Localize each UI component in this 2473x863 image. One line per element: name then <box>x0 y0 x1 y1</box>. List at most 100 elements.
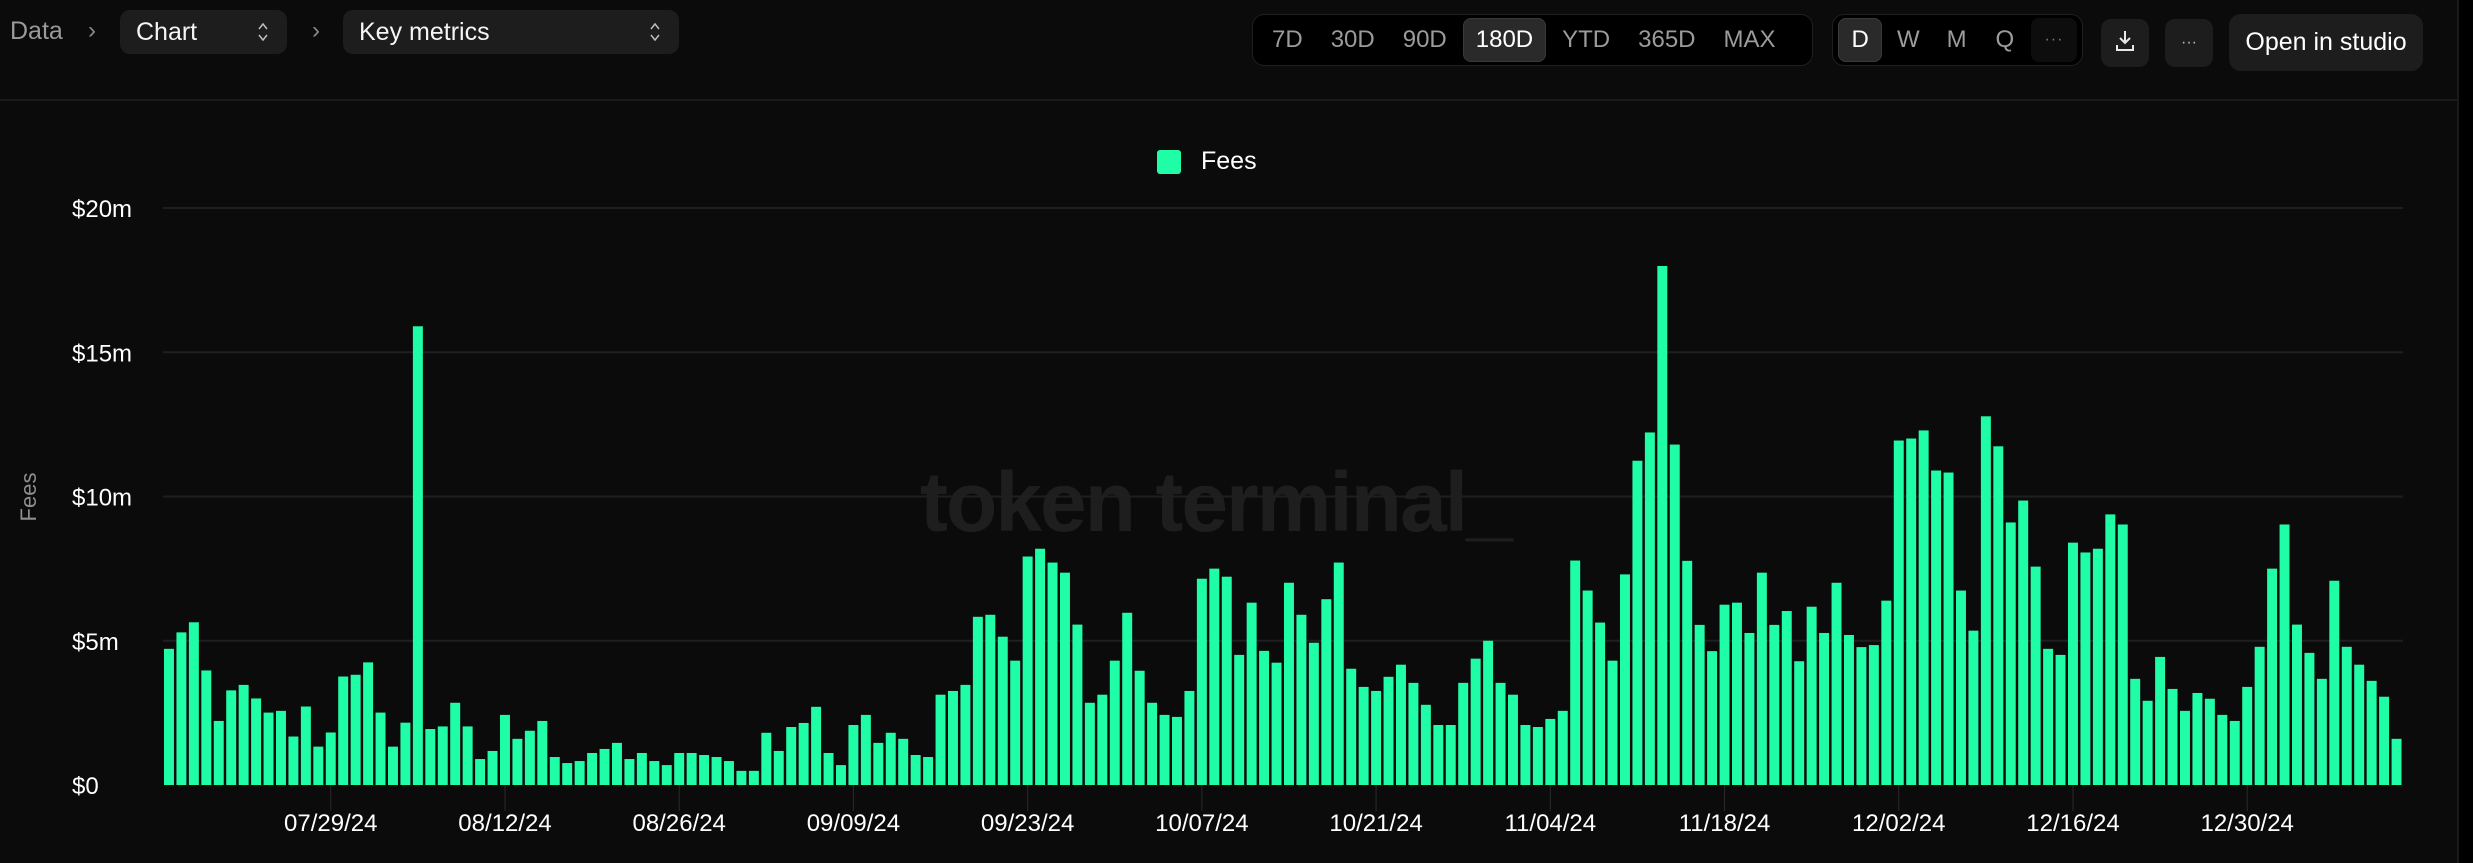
bar-fees[interactable] <box>972 616 983 785</box>
bar-fees[interactable] <box>537 720 548 785</box>
bar-fees[interactable] <box>612 742 622 785</box>
bar-fees[interactable] <box>898 738 909 785</box>
bar-fees[interactable] <box>263 712 274 785</box>
bar-fees[interactable] <box>1035 548 1046 785</box>
bar-fees[interactable] <box>338 676 349 785</box>
bar-fees[interactable] <box>1445 724 1456 785</box>
bar-fees[interactable] <box>1545 718 1556 785</box>
bar-fees[interactable] <box>1122 612 1133 785</box>
bar-fees[interactable] <box>2155 656 2166 785</box>
bar-fees[interactable] <box>624 759 635 785</box>
bar-fees[interactable] <box>2105 514 2116 785</box>
bar-fees[interactable] <box>400 722 411 785</box>
bar-fees[interactable] <box>524 730 535 785</box>
bar-fees[interactable] <box>350 674 361 785</box>
bar-fees[interactable] <box>2180 710 2190 785</box>
bar-fees[interactable] <box>1719 604 1730 785</box>
bar-fees[interactable] <box>1744 632 1755 785</box>
bar-fees[interactable] <box>1246 602 1257 785</box>
bar-fees[interactable] <box>1707 651 1718 785</box>
bar-fees[interactable] <box>811 706 822 785</box>
bar-fees[interactable] <box>437 726 448 785</box>
bar-fees[interactable] <box>562 763 573 785</box>
bar-fees[interactable] <box>736 770 747 785</box>
bar-fees[interactable] <box>549 757 560 785</box>
bar-fees[interactable] <box>1956 590 1966 785</box>
bar-fees[interactable] <box>848 724 859 785</box>
bar-fees[interactable] <box>1433 724 1444 785</box>
bar-fees[interactable] <box>1620 574 1630 785</box>
bar-fees[interactable] <box>1632 460 1643 785</box>
bar-fees[interactable] <box>1271 662 1282 785</box>
bar-fees[interactable] <box>2341 646 2352 785</box>
bar-fees[interactable] <box>674 752 685 785</box>
bar-fees[interactable] <box>512 738 523 785</box>
bar-fees[interactable] <box>1196 578 1207 785</box>
bar-fees[interactable] <box>1172 716 1182 785</box>
bar-fees[interactable] <box>1595 622 1606 785</box>
bar-fees[interactable] <box>1769 624 1780 785</box>
bar-fees[interactable] <box>1968 630 1979 785</box>
bar-fees[interactable] <box>300 706 311 785</box>
bar-fees[interactable] <box>1321 599 1332 785</box>
bar-fees[interactable] <box>1557 710 1568 785</box>
bar-fees[interactable] <box>1893 440 1904 785</box>
bar-fees[interactable] <box>823 752 834 785</box>
bar-fees[interactable] <box>1682 560 1693 785</box>
bar-fees[interactable] <box>649 761 660 785</box>
bar-fees[interactable] <box>885 732 896 785</box>
bar-fees[interactable] <box>1483 640 1494 785</box>
bar-fees[interactable] <box>1844 634 1854 785</box>
bar-fees[interactable] <box>388 746 398 785</box>
bar-fees[interactable] <box>948 690 958 785</box>
bar-fees[interactable] <box>2204 698 2215 785</box>
bar-fees[interactable] <box>325 732 336 785</box>
bar-fees[interactable] <box>2167 688 2178 785</box>
bar-fees[interactable] <box>487 750 498 785</box>
bar-fees[interactable] <box>1993 446 2004 785</box>
bar-fees[interactable] <box>1607 660 1618 785</box>
bar-fees[interactable] <box>661 765 672 785</box>
bar-fees[interactable] <box>450 702 461 785</box>
bar-fees[interactable] <box>1420 704 1431 785</box>
bar-fees[interactable] <box>997 636 1008 785</box>
bar-fees[interactable] <box>213 720 224 785</box>
bar-fees[interactable] <box>1781 611 1792 785</box>
bar-fees[interactable] <box>1657 265 1668 785</box>
bar-fees[interactable] <box>2130 678 2141 785</box>
bar-fees[interactable] <box>1458 682 1469 785</box>
bar-fees[interactable] <box>1408 682 1419 785</box>
bar-fees[interactable] <box>2030 566 2041 785</box>
bar-fees[interactable] <box>873 742 884 785</box>
bar-fees[interactable] <box>1644 432 1655 785</box>
bar-fees[interactable] <box>1072 624 1083 785</box>
bar-fees[interactable] <box>188 622 199 785</box>
bar-fees[interactable] <box>686 752 697 785</box>
bar-fees[interactable] <box>2080 552 2091 785</box>
bar-fees[interactable] <box>1856 647 1867 785</box>
bar-fees[interactable] <box>2117 524 2128 785</box>
bar-fees[interactable] <box>1010 660 1021 785</box>
bar-fees[interactable] <box>1508 694 1518 785</box>
bar-fees[interactable] <box>1868 645 1879 785</box>
bar-fees[interactable] <box>1097 694 1108 785</box>
bar-fees[interactable] <box>1943 472 1954 785</box>
bar-fees[interactable] <box>1470 658 1481 785</box>
bar-fees[interactable] <box>2379 696 2390 785</box>
bar-fees[interactable] <box>2267 568 2278 786</box>
bar-fees[interactable] <box>1371 690 1382 785</box>
bar-fees[interactable] <box>164 648 174 785</box>
bar-fees[interactable] <box>1918 430 1929 785</box>
bar-fees[interactable] <box>1694 624 1705 785</box>
bar-fees[interactable] <box>960 684 971 785</box>
bar-fees[interactable] <box>251 698 262 785</box>
bar-fees[interactable] <box>724 761 734 785</box>
bar-fees[interactable] <box>1147 702 1158 785</box>
bar-fees[interactable] <box>761 732 772 785</box>
bar-fees[interactable] <box>587 752 598 785</box>
bar-fees[interactable] <box>1794 661 1805 785</box>
bar-fees[interactable] <box>2316 678 2327 785</box>
bar-fees[interactable] <box>1284 582 1294 785</box>
bar-fees[interactable] <box>2192 692 2203 785</box>
bar-fees[interactable] <box>1259 650 1270 785</box>
